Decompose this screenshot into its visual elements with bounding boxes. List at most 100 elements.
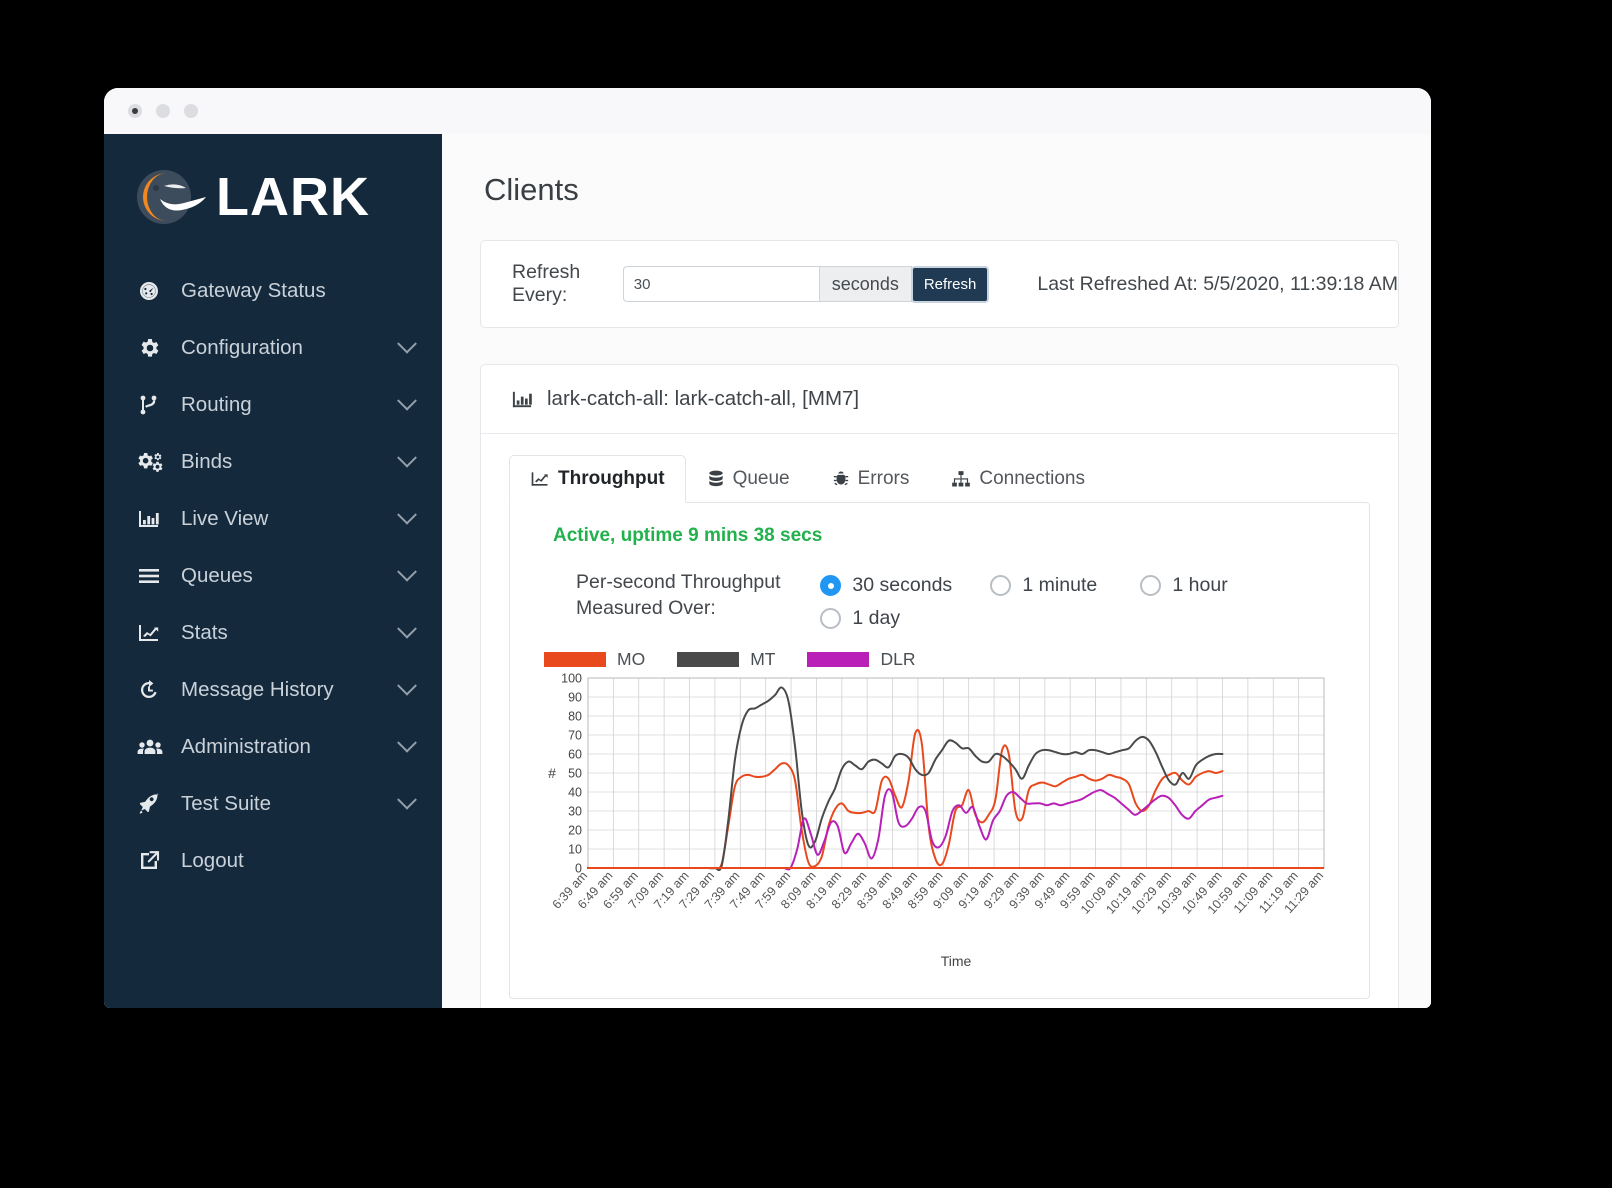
tab-connections[interactable]: Connections: [930, 455, 1106, 503]
window-close-dot[interactable]: [128, 104, 142, 118]
radio-dot-icon: [820, 608, 842, 629]
throughput-chart-svg[interactable]: 01020304050607080901006:39 am6:49 am6:59…: [536, 672, 1336, 972]
sidebar-item-message-history[interactable]: Message History: [104, 661, 442, 718]
brand-name: LARK: [216, 167, 370, 227]
page-title: Clients: [484, 172, 579, 207]
throughput-card: lark-catch-all: lark-catch-all, [MM7] Th…: [480, 364, 1399, 1008]
radio-1-minute[interactable]: 1 minute: [990, 569, 1140, 602]
sidebar-item-administration[interactable]: Administration: [104, 718, 442, 775]
database-icon: [707, 469, 725, 489]
svg-text:60: 60: [568, 748, 582, 762]
chevron-down-icon: [397, 333, 417, 354]
legend-label: MT: [750, 649, 776, 669]
radio-dot-icon: [820, 575, 842, 596]
legend-label: MO: [617, 649, 646, 669]
tab-bar: Throughput Queue Errors Connections: [481, 434, 1398, 503]
svg-text:40: 40: [568, 786, 582, 800]
window-body: LARK Gateway Status Configuration Routin…: [104, 134, 1431, 1008]
sidebar-item-label: Binds: [181, 449, 233, 473]
chart-line-icon: [530, 469, 550, 489]
svg-text:#: #: [548, 765, 556, 781]
sidebar-item-label: Routing: [181, 392, 252, 416]
legend-label: DLR: [880, 649, 916, 669]
sidebar-item-live-view[interactable]: Live View: [104, 490, 442, 547]
sidebar-item-configuration[interactable]: Configuration: [104, 319, 442, 376]
radio-dot-icon: [990, 575, 1012, 596]
sidebar-item-test-suite[interactable]: Test Suite: [104, 775, 442, 832]
radio-label: 1 minute: [1022, 574, 1098, 596]
legend-item-dlr[interactable]: DLR: [807, 649, 916, 670]
svg-text:70: 70: [568, 729, 582, 743]
measure-over-radio-group: 30 seconds 1 minute 1 hour 1 day: [820, 569, 1343, 635]
radio-label: 30 seconds: [852, 574, 953, 596]
window-maximize-dot[interactable]: [184, 104, 198, 118]
chevron-down-icon: [397, 789, 417, 810]
window-minimize-dot[interactable]: [156, 104, 170, 118]
radio-dot-icon: [1140, 575, 1162, 596]
sidebar: LARK Gateway Status Configuration Routin…: [104, 134, 442, 1008]
measure-over-row: Per-second Throughput Measured Over: 30 …: [536, 569, 1343, 635]
last-refreshed-label: Last Refreshed At: 5/5/2020, 11:39:18 AM: [1037, 272, 1398, 295]
route-icon: [137, 394, 167, 416]
svg-text:30: 30: [568, 805, 582, 819]
window-titlebar: [104, 88, 1431, 134]
chevron-down-icon: [397, 561, 417, 582]
lark-bird-icon: [134, 166, 208, 228]
radio-30-seconds[interactable]: 30 seconds: [820, 569, 990, 602]
chevron-down-icon: [397, 504, 417, 525]
svg-text:90: 90: [568, 691, 582, 705]
seconds-unit-label: seconds: [818, 266, 912, 302]
sidebar-item-logout[interactable]: Logout: [104, 832, 442, 889]
gears-icon: [137, 451, 167, 473]
refresh-button[interactable]: Refresh: [910, 265, 990, 303]
tab-errors[interactable]: Errors: [811, 455, 931, 503]
refresh-every-label: Refresh Every:: [512, 261, 581, 306]
external-link-icon: [137, 850, 167, 872]
bar-chart-icon: [137, 508, 167, 530]
legend-item-mt[interactable]: MT: [677, 649, 775, 670]
brand-logo[interactable]: LARK: [104, 140, 442, 262]
sidebar-item-stats[interactable]: Stats: [104, 604, 442, 661]
svg-text:10: 10: [568, 843, 582, 857]
list-icon: [137, 565, 167, 587]
legend-swatch: [807, 652, 870, 667]
throughput-tab-panel: Active, uptime 9 mins 38 secs Per-second…: [509, 502, 1370, 999]
throughput-chart[interactable]: 0 10 20 30 40 50 60 70 80 90 100 6:39 am 6:49 am 6:59…: [536, 672, 1343, 972]
refresh-interval-input[interactable]: [622, 266, 819, 302]
svg-text:100: 100: [561, 672, 582, 686]
sidebar-item-label: Gateway Status: [181, 278, 326, 302]
legend-item-mo[interactable]: MO: [544, 649, 645, 670]
sidebar-item-label: Configuration: [181, 335, 303, 359]
radio-label: 1 day: [852, 607, 901, 629]
sidebar-item-label: Logout: [181, 848, 244, 872]
refresh-bar: Refresh Every: seconds Refresh Last Refr…: [480, 240, 1399, 328]
bar-chart-icon: [511, 388, 534, 411]
status-badge: Active, uptime 9 mins 38 secs: [553, 525, 823, 546]
gauge-icon: [137, 280, 167, 302]
sidebar-item-routing[interactable]: Routing: [104, 376, 442, 433]
card-title: lark-catch-all: lark-catch-all, [MM7]: [547, 387, 860, 410]
svg-text:Time: Time: [941, 953, 972, 969]
svg-text:80: 80: [568, 710, 582, 724]
tab-label: Connections: [979, 468, 1085, 489]
legend-swatch: [677, 652, 740, 667]
sitemap-icon: [951, 469, 971, 489]
sidebar-item-label: Test Suite: [181, 791, 272, 815]
bug-icon: [832, 469, 850, 489]
sidebar-item-gateway-status[interactable]: Gateway Status: [104, 262, 442, 319]
tab-label: Errors: [857, 468, 910, 489]
gear-icon: [137, 337, 167, 359]
radio-1-day[interactable]: 1 day: [820, 602, 990, 635]
tab-queue[interactable]: Queue: [686, 455, 811, 503]
line-chart-icon: [137, 622, 167, 644]
svg-text:20: 20: [568, 824, 582, 838]
radio-1-hour[interactable]: 1 hour: [1140, 569, 1290, 602]
tab-label: Queue: [732, 468, 790, 489]
users-icon: [137, 736, 167, 758]
sidebar-item-queues[interactable]: Queues: [104, 547, 442, 604]
sidebar-item-binds[interactable]: Binds: [104, 433, 442, 490]
legend-swatch: [544, 652, 606, 667]
chevron-down-icon: [397, 675, 417, 696]
tab-throughput[interactable]: Throughput: [509, 455, 686, 503]
sidebar-item-label: Queues: [181, 563, 253, 587]
